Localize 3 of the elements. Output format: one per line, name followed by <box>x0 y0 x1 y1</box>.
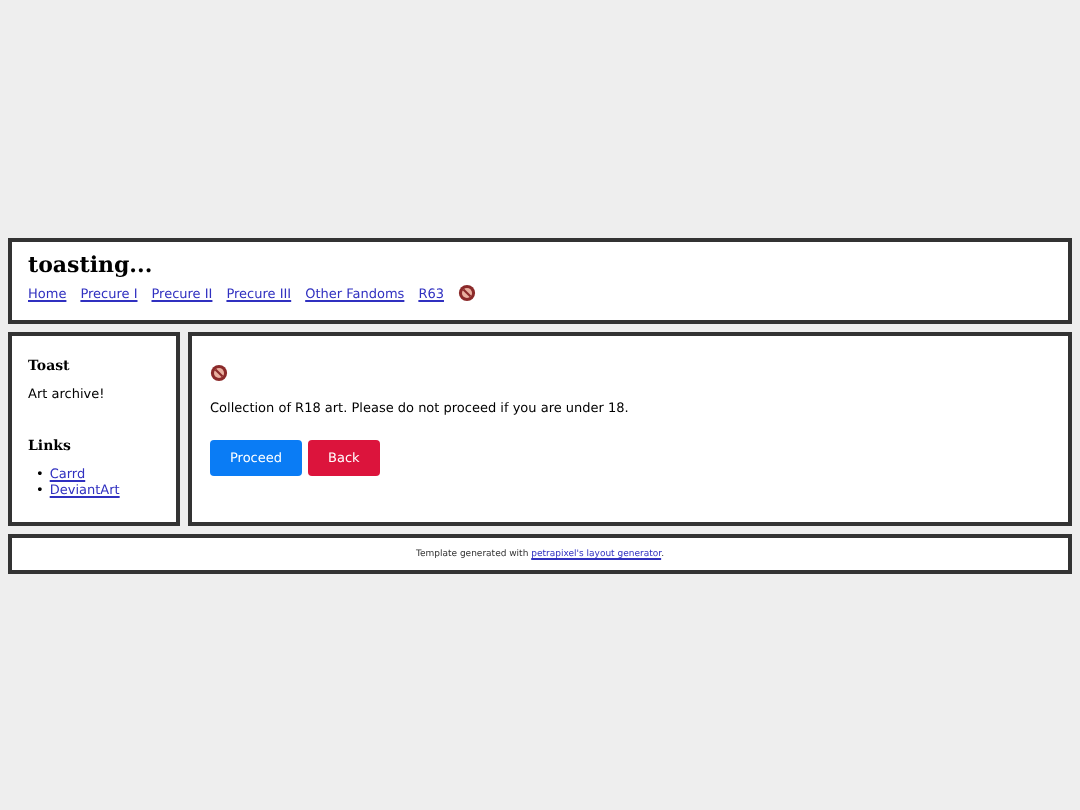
no-adult-icon <box>210 364 228 382</box>
no-adult-icon <box>457 284 476 302</box>
site-title: toasting... <box>28 252 155 278</box>
